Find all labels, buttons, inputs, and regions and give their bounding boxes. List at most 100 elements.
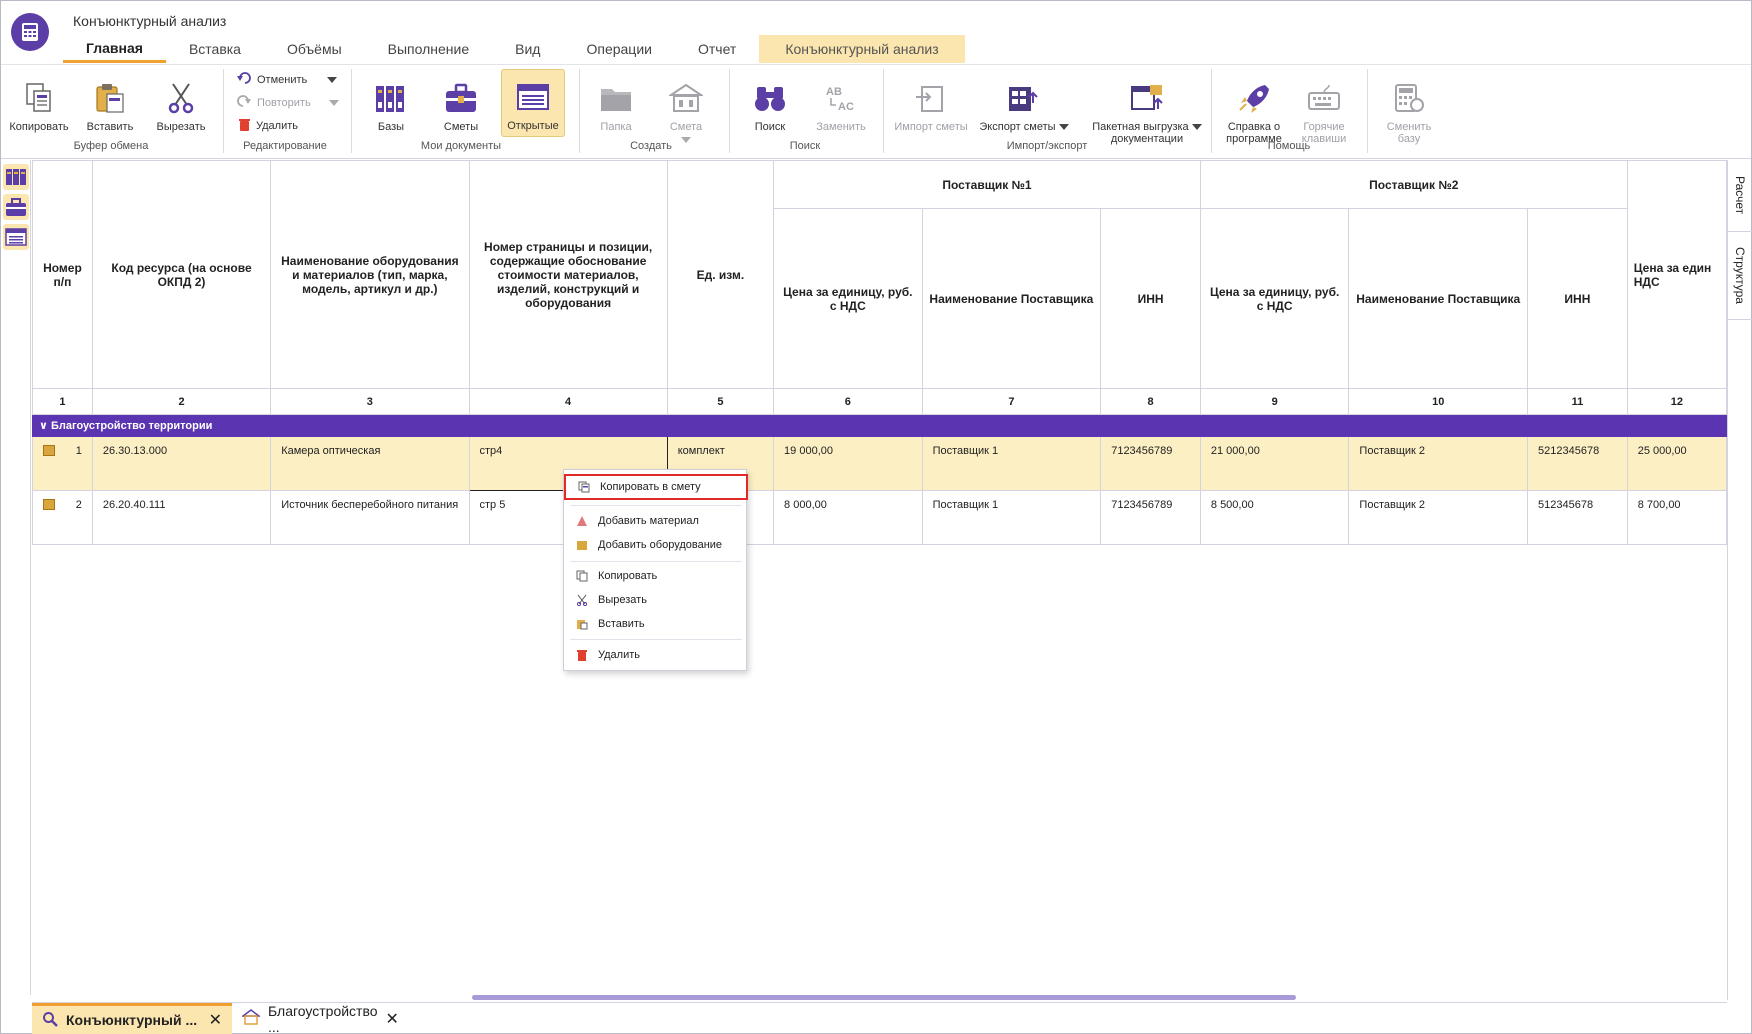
header-num[interactable]: Номер п/п — [32, 160, 93, 389]
bases-button[interactable]: Базы — [367, 79, 415, 133]
cut-button[interactable]: Вырезать — [151, 79, 211, 133]
side-bases-icon[interactable] — [3, 164, 29, 190]
header-supplier-name-1[interactable]: Наименование Поставщика — [921, 208, 1102, 389]
batch-export-button[interactable]: Пакетная выгрузка документации — [1087, 79, 1207, 145]
header-inn-2[interactable]: ИНН — [1527, 208, 1628, 389]
batch-export-dropdown-icon[interactable] — [1191, 124, 1202, 130]
menu-item-add-equipment[interactable]: Добавить оборудование — [564, 534, 748, 556]
cell-supplier-1[interactable]: Поставщик 1 — [921, 436, 1102, 491]
cell-price-2[interactable]: 8 500,00 — [1199, 490, 1350, 545]
menu-item-delete[interactable]: Удалить — [564, 644, 748, 666]
estimates-button[interactable]: Сметы — [437, 79, 485, 133]
side-tab-calc[interactable]: Расчет — [1728, 160, 1752, 232]
side-estimates-icon[interactable] — [3, 194, 29, 220]
cell-price-1[interactable]: 19 000,00 — [773, 436, 923, 491]
col-number: 11 — [1527, 388, 1628, 415]
cell-inn-2[interactable]: 512345678 — [1527, 490, 1628, 545]
doc-tab-landscaping[interactable]: Благоустройство ... ✕ — [232, 1003, 402, 1034]
col-number: 7 — [921, 388, 1102, 415]
replace-button[interactable]: AB AC Заменить — [813, 79, 869, 133]
menu-item-paste[interactable]: Вставить — [564, 613, 748, 635]
tab-operations[interactable]: Операции — [563, 35, 675, 63]
hotkeys-button[interactable]: Горячие клавиши — [1291, 79, 1357, 145]
tab-market-analysis[interactable]: Конъюнктурный анализ — [759, 35, 965, 63]
menu-item-copy-to-estimate[interactable]: Копировать в смету — [564, 474, 748, 500]
search-button[interactable]: Поиск — [745, 79, 795, 133]
header-price-3[interactable]: Цена за един НДС — [1626, 160, 1727, 389]
group-row-cell[interactable]: ∨ Благоустройство территории — [32, 414, 1727, 437]
cell-code[interactable]: 26.30.13.000 — [91, 436, 272, 491]
menu-item-copy[interactable]: Копировать — [564, 565, 748, 587]
cell-name[interactable]: Источник бесперебойного питания — [270, 490, 470, 545]
export-dropdown-icon[interactable] — [1058, 124, 1069, 130]
tab-home[interactable]: Главная — [63, 35, 166, 63]
tab-insert[interactable]: Вставка — [166, 35, 264, 63]
tab-execution[interactable]: Выполнение — [365, 35, 492, 63]
header-unit[interactable]: Ед. изм. — [666, 160, 775, 389]
cell-code[interactable]: 26.20.40.111 — [91, 490, 272, 545]
header-name[interactable]: Наименование оборудования и материалов (… — [270, 160, 470, 389]
group-row[interactable]: ∨ Благоустройство территории — [32, 414, 1727, 437]
col-number: 10 — [1348, 388, 1529, 415]
tab-view[interactable]: Вид — [492, 35, 563, 63]
header-price-1[interactable]: Цена за единицу, руб. с НДС — [773, 208, 923, 389]
menu-item-add-material[interactable]: Добавить материал — [564, 510, 748, 532]
row-number-cell[interactable]: 2 — [32, 490, 93, 545]
tab-report[interactable]: Отчет — [675, 35, 759, 63]
cell-inn-2[interactable]: 5212345678 — [1527, 436, 1628, 491]
header-code[interactable]: Код ресурса (на основе ОКПД 2) — [91, 160, 272, 389]
side-tab-structure[interactable]: Структура — [1728, 232, 1752, 320]
rocket-icon — [1235, 79, 1273, 117]
tab-volumes[interactable]: Объёмы — [264, 35, 365, 63]
scrollbar-thumb[interactable] — [472, 995, 1296, 1000]
header-inn-1[interactable]: ИНН — [1100, 208, 1201, 389]
undo-dropdown-icon[interactable] — [327, 76, 338, 83]
delete-button[interactable]: Удалить — [239, 118, 298, 134]
table-row[interactable]: 1 26.30.13.000 Камера оптическая стр4 ко… — [32, 436, 1727, 491]
doc-tab-market-analysis[interactable]: Конъюнктурный ... ✕ — [32, 1003, 232, 1034]
copy-button[interactable]: Копировать — [7, 79, 71, 133]
import-icon — [912, 79, 950, 117]
paste-button[interactable]: Вставить — [81, 79, 139, 133]
menu-item-cut[interactable]: Вырезать — [564, 589, 748, 611]
side-open-docs-icon[interactable] — [3, 224, 29, 250]
right-side-panel: Расчет Структура — [1727, 160, 1752, 1000]
col-number: 6 — [773, 388, 923, 415]
header-page[interactable]: Номер страницы и позиции, содержащие обо… — [468, 160, 668, 389]
menu-item-label: Добавить оборудование — [598, 539, 723, 551]
row-number-cell[interactable]: 1 — [32, 436, 93, 491]
open-docs-button[interactable]: Открытые — [501, 69, 565, 137]
switch-base-button[interactable]: Сменить базу — [1377, 79, 1441, 145]
redo-dropdown-icon[interactable] — [328, 99, 339, 106]
cell-name[interactable]: Камера оптическая — [270, 436, 470, 491]
close-icon[interactable]: ✕ — [386, 1009, 399, 1029]
trash-icon — [576, 649, 588, 661]
header-supplier-name-2[interactable]: Наименование Поставщика — [1348, 208, 1529, 389]
folder-button[interactable]: Папка — [591, 79, 641, 133]
horizontal-scrollbar[interactable] — [32, 993, 1727, 1001]
table-row[interactable]: 2 26.20.40.111 Источник бесперебойного п… — [32, 490, 1727, 545]
col-number: 12 — [1626, 388, 1727, 415]
header-price-2[interactable]: Цена за единицу, руб. с НДС — [1199, 208, 1350, 389]
cell-price-2[interactable]: 21 000,00 — [1199, 436, 1350, 491]
replace-icon: AB AC — [822, 79, 860, 117]
redo-button[interactable]: Повторить — [237, 95, 339, 110]
cell-inn-1[interactable]: 7123456789 — [1100, 436, 1201, 491]
cell-price-1[interactable]: 8 000,00 — [773, 490, 923, 545]
cell-supplier-1[interactable]: Поставщик 1 — [921, 490, 1102, 545]
cell-supplier-2[interactable]: Поставщик 2 — [1348, 490, 1529, 545]
cell-price-3[interactable]: 8 700,00 — [1626, 490, 1727, 545]
cell-inn-1[interactable]: 7123456789 — [1100, 490, 1201, 545]
cell-supplier-2[interactable]: Поставщик 2 — [1348, 436, 1529, 491]
undo-button[interactable]: Отменить — [237, 72, 338, 87]
import-estimate-button[interactable]: Импорт сметы — [891, 79, 971, 133]
export-estimate-button[interactable]: Экспорт сметы — [975, 79, 1073, 133]
ribbon-tabs: Главная Вставка Объёмы Выполнение Вид Оп… — [63, 35, 965, 63]
cut-label: Вырезать — [156, 121, 206, 133]
new-estimate-button[interactable]: Смета — [661, 79, 711, 143]
app-logo-icon[interactable] — [11, 13, 49, 51]
close-icon[interactable]: ✕ — [209, 1010, 222, 1030]
about-button[interactable]: Справка о программе — [1219, 79, 1289, 145]
cell-price-3[interactable]: 25 000,00 — [1626, 436, 1727, 491]
chevron-down-icon[interactable]: ∨ — [39, 420, 48, 432]
